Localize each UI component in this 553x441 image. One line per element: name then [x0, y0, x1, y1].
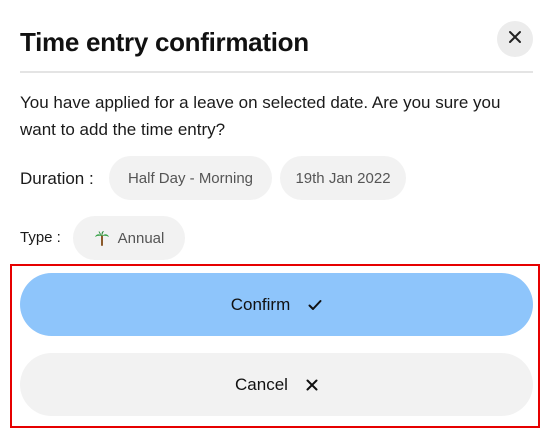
type-label: Type :	[20, 229, 61, 246]
confirm-label: Confirm	[230, 294, 291, 314]
cancel-button[interactable]: Cancel	[20, 353, 533, 416]
type-value: Annual	[117, 229, 165, 247]
duration-period-chip: Half Day - Morning	[109, 156, 272, 200]
dialog-message: You have applied for a leave on selected…	[20, 93, 501, 139]
close-icon	[508, 30, 522, 49]
duration-date: 19th Jan 2022	[295, 169, 391, 187]
check-icon	[308, 299, 322, 311]
close-icon	[306, 379, 318, 391]
type-chip: Annual	[73, 216, 185, 260]
divider	[20, 71, 533, 73]
duration-date-chip: 19th Jan 2022	[280, 156, 406, 200]
cancel-label: Cancel	[235, 374, 288, 394]
duration-period: Half Day - Morning	[127, 169, 254, 187]
close-button[interactable]	[497, 21, 533, 57]
duration-label: Duration :	[20, 169, 94, 188]
confirm-button[interactable]: Confirm	[20, 273, 533, 336]
palm-tree-icon	[94, 230, 110, 246]
dialog-title: Time entry confirmation	[20, 27, 309, 57]
